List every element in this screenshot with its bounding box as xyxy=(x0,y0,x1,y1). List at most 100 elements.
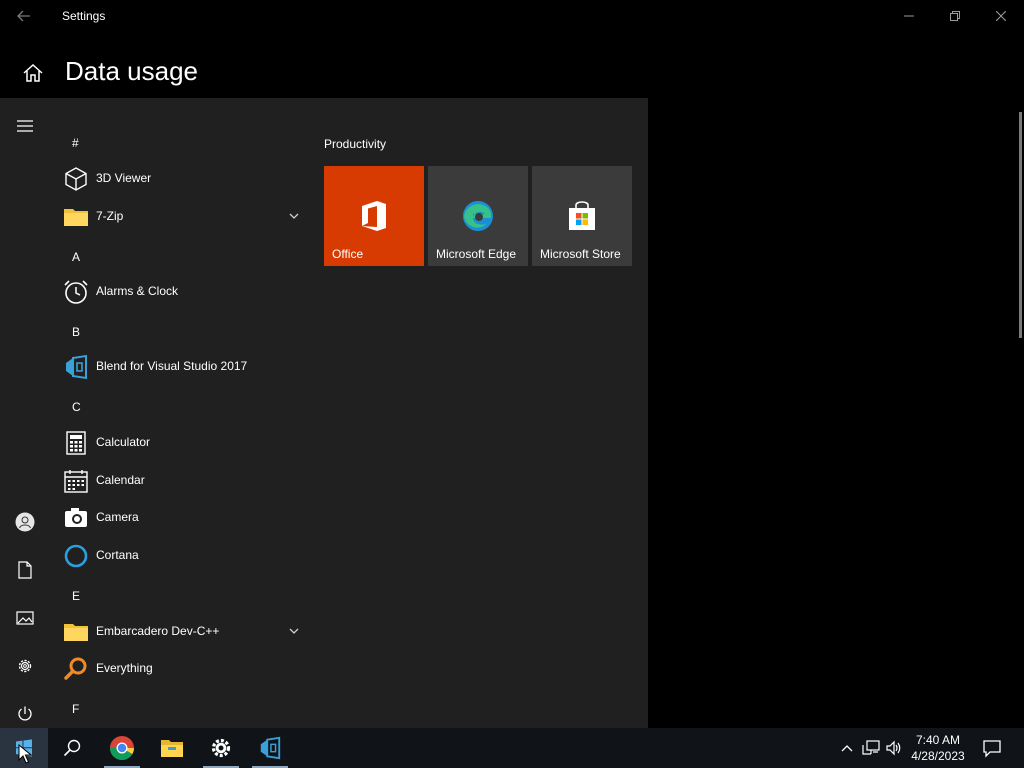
clock-date: 4/28/2023 xyxy=(911,749,965,763)
tile-microsoft-edge[interactable]: Microsoft Edge xyxy=(428,166,528,266)
settings-taskbar-button[interactable] xyxy=(197,728,245,768)
group-header[interactable]: F xyxy=(72,702,79,716)
start-rail xyxy=(0,98,50,728)
blend-icon xyxy=(260,736,281,760)
list-item[interactable]: Alarms & Clock xyxy=(50,273,312,309)
expand-menu-button[interactable] xyxy=(0,104,50,148)
folder-icon xyxy=(64,624,88,641)
list-item[interactable]: Everything xyxy=(50,650,312,686)
list-item[interactable]: Calculator xyxy=(50,424,312,460)
folder-icon xyxy=(64,209,88,226)
list-item[interactable]: Cortana xyxy=(50,537,312,573)
notification-icon xyxy=(983,740,1001,758)
list-item[interactable]: Embarcadero Dev-C++ xyxy=(50,613,312,649)
settings-titlebar: Settings xyxy=(0,0,1024,32)
tile-label: Office xyxy=(332,247,364,261)
camera-icon xyxy=(65,508,87,527)
list-item[interactable]: Calendar xyxy=(50,462,312,498)
back-button[interactable] xyxy=(8,4,40,28)
desktop: Settings Data usage # 3D Viewer 7-Zip A … xyxy=(0,0,1024,768)
chrome-icon xyxy=(110,736,134,761)
file-explorer-icon xyxy=(161,740,183,757)
app-label: 3D Viewer xyxy=(96,171,152,185)
minimize-button[interactable] xyxy=(886,0,932,32)
app-label: Alarms & Clock xyxy=(96,284,179,298)
window-title: Settings xyxy=(62,9,106,23)
app-label: Calendar xyxy=(96,473,145,487)
app-label: Embarcadero Dev-C++ xyxy=(96,624,220,638)
start-menu: # 3D Viewer 7-Zip A Alarms & Clock B Ble… xyxy=(0,98,648,728)
power-icon xyxy=(18,706,32,721)
list-item[interactable]: 3D Viewer xyxy=(50,160,312,196)
calculator-icon xyxy=(66,431,86,455)
cube-icon xyxy=(65,167,87,191)
settings-button[interactable] xyxy=(0,644,50,688)
tile-label: Microsoft Edge xyxy=(436,247,517,261)
magnifier-icon xyxy=(64,657,87,680)
file-explorer-button[interactable] xyxy=(148,728,196,768)
pictures-button[interactable] xyxy=(0,596,50,640)
search-button[interactable] xyxy=(48,728,96,768)
back-arrow-icon xyxy=(17,10,30,22)
taskbar: 7:40 AM 4/28/2023 xyxy=(0,728,1024,768)
settings-icon xyxy=(211,738,231,758)
action-center-button[interactable] xyxy=(982,738,1002,758)
gear-icon xyxy=(18,659,32,673)
restore-button[interactable] xyxy=(932,0,978,32)
tile-label: Microsoft Store xyxy=(540,247,621,261)
app-label: Cortana xyxy=(96,548,139,562)
tile-office[interactable]: Office xyxy=(324,166,424,266)
group-header[interactable]: A xyxy=(72,250,80,264)
blend-taskbar-button[interactable] xyxy=(246,728,294,768)
app-label: Camera xyxy=(96,510,139,524)
documents-button[interactable] xyxy=(0,548,50,592)
chevron-down-icon[interactable] xyxy=(288,210,300,222)
home-button[interactable] xyxy=(22,62,44,84)
show-hidden-icons-button[interactable] xyxy=(837,738,857,758)
account-button[interactable] xyxy=(0,500,50,544)
network-icon xyxy=(862,740,880,755)
store-icon xyxy=(569,201,595,230)
group-header[interactable]: # xyxy=(72,136,79,150)
list-item[interactable]: Camera xyxy=(50,499,312,535)
volume-icon xyxy=(886,740,901,756)
alarm-clock-icon xyxy=(64,280,88,304)
search-icon xyxy=(63,739,81,757)
user-icon xyxy=(15,512,35,532)
clock-time: 7:40 AM xyxy=(915,733,961,747)
app-list: # 3D Viewer 7-Zip A Alarms & Clock B Ble… xyxy=(50,98,312,728)
blend-icon xyxy=(66,354,87,380)
minimize-icon xyxy=(904,15,914,17)
chrome-button[interactable] xyxy=(98,728,146,768)
list-item[interactable]: Blend for Visual Studio 2017 xyxy=(50,348,312,384)
tile-microsoft-store[interactable]: Microsoft Store xyxy=(532,166,632,266)
chevron-down-icon[interactable] xyxy=(288,625,300,637)
edge-icon xyxy=(463,201,493,231)
scrollbar[interactable] xyxy=(1019,112,1022,338)
clock[interactable]: 7:40 AM 4/28/2023 xyxy=(906,732,970,764)
page-title: Data usage xyxy=(65,56,198,86)
group-header[interactable]: E xyxy=(72,589,80,603)
cortana-icon xyxy=(64,544,88,568)
group-header[interactable]: B xyxy=(72,325,80,339)
close-button[interactable] xyxy=(978,0,1024,32)
picture-icon xyxy=(16,611,34,625)
network-button[interactable] xyxy=(861,738,881,758)
group-header[interactable]: C xyxy=(72,400,81,414)
app-label: Calculator xyxy=(96,435,151,449)
hamburger-icon xyxy=(17,120,33,132)
app-label: Blend for Visual Studio 2017 xyxy=(96,359,248,373)
restore-icon xyxy=(950,11,960,21)
close-icon xyxy=(996,11,1006,21)
app-label: Everything xyxy=(96,661,153,675)
document-icon xyxy=(18,561,32,579)
list-item[interactable]: 7-Zip xyxy=(50,198,312,234)
calendar-icon xyxy=(64,470,88,493)
mouse-cursor-icon xyxy=(18,744,32,764)
tiles-group-header[interactable]: Productivity xyxy=(324,137,386,151)
chevron-up-icon xyxy=(841,745,853,752)
volume-button[interactable] xyxy=(884,738,904,758)
home-icon xyxy=(23,63,43,82)
page-header: Data usage xyxy=(0,50,1024,94)
app-label: 7-Zip xyxy=(96,209,124,223)
